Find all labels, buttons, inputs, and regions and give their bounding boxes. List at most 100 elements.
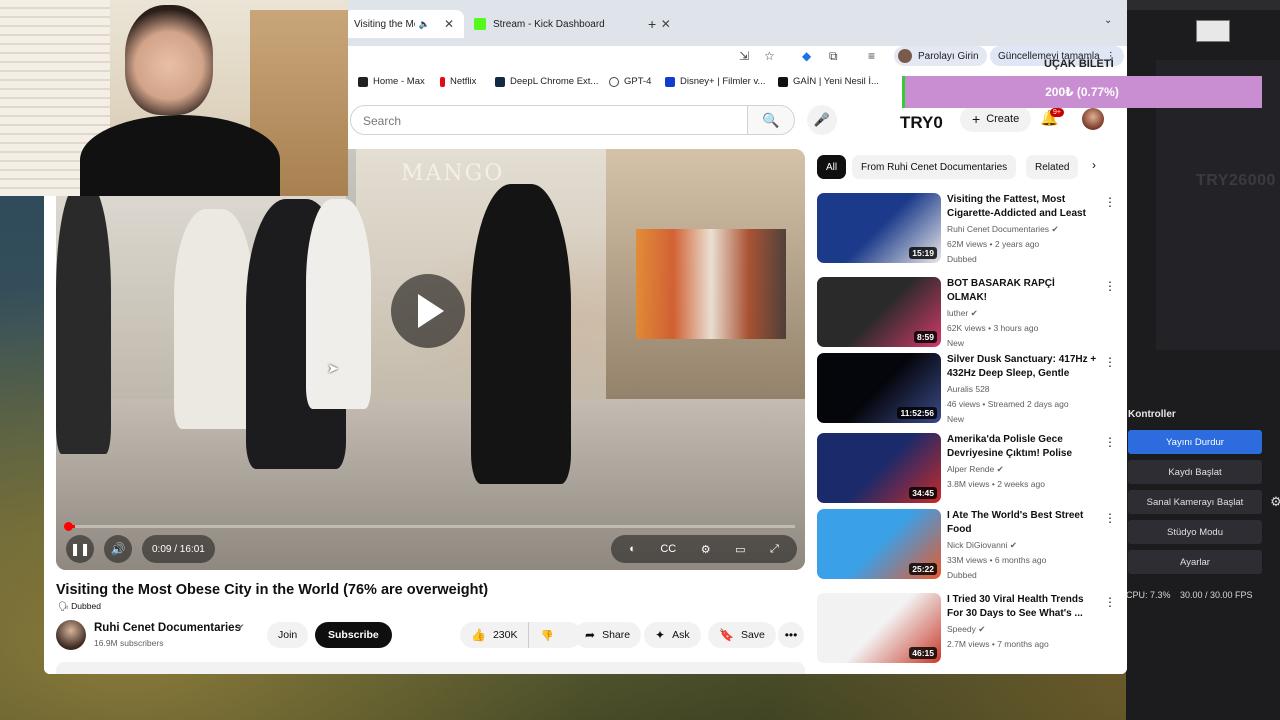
channel-name[interactable]: Ruhi Cenet Documentaries [94, 622, 241, 634]
recommendation-item[interactable]: 34:45 Amerika'da Polisle Gece Devriyesine… [817, 433, 1117, 505]
chip-from-channel[interactable]: From Ruhi Cenet Documentaries [852, 155, 1017, 179]
related-chips: All From Ruhi Cenet Documentaries Relate… [817, 155, 1107, 179]
kebab-menu-icon[interactable]: ⋮ [1104, 279, 1116, 293]
like-dislike-group: 👍 230K 👎 [460, 622, 582, 648]
recommendation-channel[interactable]: luther ✔ [947, 308, 978, 319]
captions-icon[interactable]: CC [660, 543, 676, 555]
recommendation-title[interactable]: Amerika'da Polisle Gece Devriyesine Çıkt… [947, 433, 1097, 461]
chip-all[interactable]: All [817, 155, 847, 179]
avatar[interactable] [1082, 108, 1104, 130]
studio-mode-button[interactable]: Stüdyo Modu [1128, 520, 1262, 544]
video-thumbnail[interactable]: 15:19 [817, 193, 941, 263]
tab-youtube-video[interactable]: Visiting the Most Obese City in the Worl… [344, 10, 464, 38]
recommendation-item[interactable]: 46:15 I Tried 30 Viral Health Trends For … [817, 593, 1117, 665]
new-tab-icon[interactable]: + [648, 16, 656, 32]
search-input[interactable]: Search [350, 105, 748, 135]
channel-avatar[interactable] [56, 620, 86, 650]
chevron-right-icon[interactable]: › [1092, 158, 1096, 172]
settings-button[interactable]: Ayarlar [1128, 550, 1262, 574]
video-player[interactable]: MANGO ➤ ❚❚ 🔊 0:09 / 16:01 ◐ CC ⚙ ▭ ⤢ [56, 149, 805, 570]
puzzle-icon[interactable]: ⧉ [829, 49, 838, 64]
video-thumbnail[interactable]: 34:45 [817, 433, 941, 503]
recommendation-channel[interactable]: Speedy ✔ [947, 624, 985, 635]
video-frame-clothes [636, 229, 786, 339]
dubbed-tag: 🗣 Dubbed [58, 601, 101, 612]
channel-label: Alper Rende [947, 464, 995, 474]
video-thumbnail[interactable]: 46:15 [817, 593, 941, 663]
create-button[interactable]: + Create [960, 106, 1032, 132]
save-button[interactable]: 🔖 Save [708, 622, 776, 648]
video-thumbnail[interactable]: 11:52:56 [817, 353, 941, 423]
search-button[interactable]: 🔍 [747, 105, 795, 135]
close-icon[interactable]: ✕ [444, 17, 454, 31]
recommendation-channel[interactable]: Nick DiGiovanni ✔ [947, 540, 1017, 551]
recommendation-item[interactable]: 25:22 I Ate The World's Best Street Food N… [817, 509, 1117, 581]
play-icon[interactable] [391, 274, 465, 348]
install-icon[interactable]: ⇲ [739, 49, 749, 63]
bookmark-item[interactable]: Disney+ | Filmler v... [665, 76, 765, 87]
kebab-menu-icon[interactable]: ⋮ [1104, 195, 1116, 209]
verified-icon: ✔ [970, 308, 978, 318]
netflix-icon [440, 76, 445, 87]
progress-bar[interactable] [68, 525, 795, 528]
kebab-menu-icon[interactable]: ⋮ [1104, 355, 1116, 369]
subscribe-button[interactable]: Subscribe [315, 622, 392, 648]
progress-scrubber[interactable] [64, 522, 73, 531]
recommendation-title[interactable]: Visiting the Fattest, Most Cigarette-Add… [947, 193, 1097, 221]
recommendation-title[interactable]: Silver Dusk Sanctuary: 417Hz + 432Hz Dee… [947, 353, 1097, 381]
more-actions-button[interactable]: ••• [778, 622, 804, 648]
theater-mode-icon[interactable]: ▭ [735, 543, 745, 556]
extension-icon[interactable]: ◆ [802, 49, 811, 63]
chip-related[interactable]: Related [1026, 155, 1079, 179]
kebab-menu-icon[interactable]: ⋮ [1104, 435, 1116, 449]
pause-icon: ❚❚ [69, 542, 91, 556]
join-button[interactable]: Join [267, 622, 309, 648]
start-virtual-camera-button[interactable]: Sanal Kamerayı Başlat [1128, 490, 1262, 514]
recommendation-title[interactable]: I Tried 30 Viral Health Trends For 30 Da… [947, 593, 1097, 621]
media-icon[interactable]: ≡ [868, 49, 875, 63]
gear-icon[interactable]: ⚙ [1265, 490, 1280, 514]
kebab-menu-icon[interactable]: ⋮ [1104, 511, 1116, 525]
recommendation-item[interactable]: 8:59 BOT BASARAK RAPÇİ OLMAK! luther ✔ 62K … [817, 277, 1117, 349]
gear-icon[interactable]: ⚙ [701, 543, 711, 556]
recommendation-channel[interactable]: Auralis 528 [947, 384, 990, 394]
close-icon[interactable]: ✕ [661, 17, 671, 31]
voice-search-button[interactable]: 🎤 [807, 105, 837, 135]
bookmark-item[interactable]: GAİN | Yeni Nesil İ... [778, 76, 879, 87]
bookmark-icon: 🔖 [719, 628, 734, 642]
mouse-cursor-icon: ➤ [327, 360, 339, 376]
share-button[interactable]: ➦ Share [574, 622, 642, 648]
recommendation-title[interactable]: I Ate The World's Best Street Food [947, 509, 1097, 537]
start-recording-button[interactable]: Kaydı Başlat [1128, 460, 1262, 484]
plus-icon: + [972, 111, 981, 127]
bookmark-item[interactable]: DeepL Chrome Ext... [495, 76, 598, 87]
stop-stream-button[interactable]: Yayını Durdur [1128, 430, 1262, 454]
bookmark-item[interactable]: Home - Max [358, 76, 425, 87]
volume-button[interactable]: 🔊 [104, 535, 132, 563]
chevron-down-icon[interactable]: ⌄ [1104, 15, 1112, 26]
recommendation-item[interactable]: 11:52:56 Silver Dusk Sanctuary: 417Hz + 4… [817, 353, 1117, 425]
verified-icon: ✔ [996, 464, 1004, 474]
dislike-button[interactable]: 👎 [529, 629, 564, 642]
video-thumbnail[interactable]: 8:59 [817, 277, 941, 347]
description-box[interactable] [56, 662, 805, 674]
bookmark-item[interactable]: GPT-4 [609, 76, 651, 87]
recommendation-channel[interactable]: Ruhi Cenet Documentaries ✔ [947, 224, 1059, 235]
channel-label: Nick DiGiovanni [947, 540, 1008, 550]
kebab-menu-icon[interactable]: ⋮ [1104, 595, 1116, 609]
bookmark-item[interactable]: Netflix [440, 76, 476, 87]
star-icon[interactable]: ☆ [764, 49, 775, 63]
recommendation-title[interactable]: BOT BASARAK RAPÇİ OLMAK! [947, 277, 1097, 305]
video-thumbnail[interactable]: 25:22 [817, 509, 941, 579]
recommendation-channel[interactable]: Alper Rende ✔ [947, 464, 1004, 475]
ask-button[interactable]: ✦ Ask [644, 622, 701, 648]
fullscreen-icon[interactable]: ⤢ [770, 543, 779, 556]
autoplay-toggle-icon[interactable]: ◐ [629, 543, 636, 555]
verified-icon: ✔ [1051, 224, 1059, 234]
recommendation-item[interactable]: 15:19 Visiting the Fattest, Most Cigarett… [817, 193, 1117, 265]
pause-button[interactable]: ❚❚ [66, 535, 94, 563]
profile-chip[interactable]: Parolayı Girin [894, 46, 987, 66]
recommendation-meta: 3.8M views • 2 weeks ago [947, 479, 1045, 489]
like-button[interactable]: 👍 230K [460, 622, 530, 648]
speaker-icon: 🔈 [418, 18, 430, 29]
